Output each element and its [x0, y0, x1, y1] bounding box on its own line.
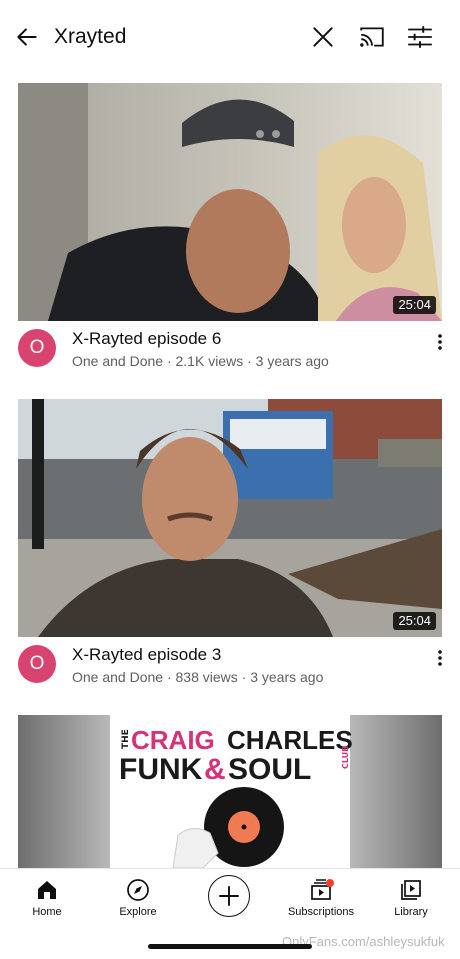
thumbnail-text-craig: CRAIG [131, 725, 215, 755]
video-duration: 25:04 [393, 612, 436, 630]
nav-explore[interactable]: Explore [92, 869, 184, 931]
thumbnail-text-club: CLUB [341, 746, 350, 769]
nav-subscriptions[interactable]: Subscriptions [275, 869, 367, 931]
video-meta: O X-Rayted episode 3 One and Done · 838 … [0, 637, 460, 701]
compass-icon [127, 879, 149, 901]
nav-home[interactable]: Home [1, 869, 93, 931]
create-button[interactable] [208, 875, 250, 917]
bottom-navigation: Home Explore Subscriptions Library [0, 868, 460, 930]
search-query[interactable]: Xrayted [54, 24, 126, 50]
thumbnail-text-charles: CHARLES [227, 725, 353, 755]
search-header: Xrayted [0, 0, 460, 72]
more-vertical-icon[interactable] [432, 331, 448, 353]
filter-sliders-icon[interactable] [406, 24, 434, 50]
channel-avatar[interactable]: O [18, 329, 56, 367]
channel-avatar[interactable]: O [18, 645, 56, 683]
nav-library-label: Library [394, 906, 428, 918]
nav-explore-label: Explore [119, 906, 157, 918]
video-meta: O X-Rayted episode 6 One and Done · 2.1K… [0, 321, 460, 385]
notification-dot [326, 879, 334, 887]
nav-library[interactable]: Library [365, 869, 457, 931]
home-icon [38, 881, 56, 899]
more-vertical-icon[interactable] [432, 647, 448, 669]
video-subtitle: One and Done · 838 views · 3 years ago [72, 669, 324, 685]
video-thumbnail[interactable]: THE CRAIG CHARLES FUNK & SOUL CLUB [18, 715, 442, 868]
video-duration: 25:04 [393, 296, 436, 314]
video-title[interactable]: X-Rayted episode 3 [72, 644, 221, 666]
home-indicator[interactable] [148, 944, 312, 949]
thumbnail-text-funk: FUNK [119, 753, 203, 786]
thumbnail-image: THE CRAIG CHARLES FUNK & SOUL CLUB [18, 715, 442, 868]
nav-subscriptions-label: Subscriptions [287, 906, 355, 918]
thumbnail-text-the: THE [121, 729, 131, 749]
thumbnail-text-amp: & [204, 753, 226, 786]
arrow-left-icon[interactable] [14, 24, 40, 50]
video-thumbnail[interactable]: 25:04 [18, 83, 442, 321]
video-subtitle: One and Done · 2.1K views · 3 years ago [72, 353, 329, 369]
thumbnail-text-soul: SOUL [228, 753, 311, 786]
video-title[interactable]: X-Rayted episode 6 [72, 328, 221, 350]
plus-icon [219, 886, 239, 906]
thumbnail-image [18, 83, 442, 321]
library-icon [401, 880, 421, 900]
close-icon[interactable] [310, 24, 336, 50]
cast-icon[interactable] [358, 24, 386, 50]
nav-home-label: Home [32, 906, 62, 918]
thumbnail-image [18, 399, 442, 637]
video-thumbnail[interactable]: 25:04 [18, 399, 442, 637]
subscriptions-icon [311, 879, 334, 900]
